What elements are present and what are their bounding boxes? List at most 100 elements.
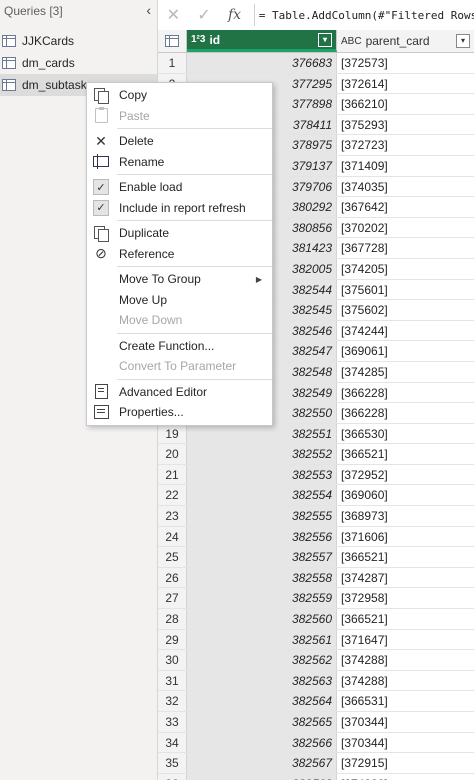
row-number[interactable]: 33 [158, 712, 187, 732]
menu-item-create-function[interactable]: Create Function... [87, 336, 272, 357]
cell-id[interactable]: 382562 [187, 650, 337, 670]
row-number[interactable]: 20 [158, 444, 187, 464]
row-number[interactable]: 24 [158, 526, 187, 547]
row-number[interactable]: 32 [158, 691, 187, 711]
menu-item-move-to-group[interactable]: Move To Group ▶ [87, 269, 272, 290]
cell-parent-card[interactable]: [374035] [337, 177, 474, 197]
menu-item-duplicate[interactable]: Duplicate [87, 223, 272, 244]
filter-dropdown-icon[interactable]: ▾ [318, 32, 332, 47]
cell-parent-card[interactable]: [371647] [337, 630, 474, 650]
cell-parent-card[interactable]: [374288] [337, 671, 474, 691]
cell-id[interactable]: 382568 [187, 773, 337, 780]
menu-item-reference[interactable]: ⊘ Reference [87, 244, 272, 265]
cell-id[interactable]: 382561 [187, 629, 337, 650]
table-menu-button[interactable] [158, 30, 187, 52]
row-number[interactable]: 22 [158, 485, 187, 506]
row-number[interactable]: 19 [158, 423, 187, 444]
cell-parent-card[interactable]: [374244] [337, 321, 474, 341]
menu-item-properties[interactable]: Properties... [87, 402, 272, 423]
filter-dropdown-icon[interactable]: ▾ [456, 34, 470, 48]
cell-parent-card[interactable]: [368973] [337, 506, 474, 526]
cell-parent-card[interactable]: [371409] [337, 156, 474, 176]
cell-id[interactable]: 376683 [187, 53, 337, 73]
text-type-icon[interactable]: ABC [341, 36, 362, 47]
cell-id[interactable]: 382565 [187, 712, 337, 732]
menu-item-include-in-report-refresh[interactable]: ✓ Include in report refresh [87, 198, 272, 219]
cell-parent-card[interactable]: [374289] [337, 774, 474, 780]
cell-parent-card[interactable]: [372958] [337, 588, 474, 608]
cell-parent-card[interactable]: [366521] [337, 609, 474, 629]
cancel-icon[interactable]: ✕ [158, 5, 189, 25]
cell-id[interactable]: 382556 [187, 526, 337, 547]
row-number[interactable]: 25 [158, 547, 187, 567]
cell-parent-card[interactable]: [375293] [337, 115, 474, 135]
cell-id[interactable]: 382558 [187, 567, 337, 588]
row-number[interactable]: 36 [158, 773, 187, 780]
menu-item-enable-load[interactable]: ✓ Enable load [87, 177, 272, 198]
menu-item-delete[interactable]: ✕ Delete [87, 131, 272, 152]
cell-parent-card[interactable]: [374205] [337, 259, 474, 279]
cell-parent-card[interactable]: [366521] [337, 547, 474, 567]
cell-id[interactable]: 382564 [187, 691, 337, 711]
cell-id[interactable]: 382560 [187, 609, 337, 629]
menu-item-advanced-editor[interactable]: Advanced Editor [87, 382, 272, 403]
row-number[interactable]: 23 [158, 506, 187, 526]
cell-id[interactable]: 382567 [187, 753, 337, 773]
row-number[interactable]: 30 [158, 650, 187, 670]
query-item[interactable]: JJKCards [0, 30, 157, 52]
cell-parent-card[interactable]: [374288] [337, 650, 474, 670]
cell-parent-card[interactable]: [366228] [337, 403, 474, 423]
cell-parent-card[interactable]: [366521] [337, 444, 474, 464]
number-type-icon[interactable]: 1²3 [191, 34, 205, 45]
cell-id[interactable]: 382566 [187, 732, 337, 753]
cell-parent-card[interactable]: [372614] [337, 74, 474, 94]
cell-id[interactable]: 382563 [187, 670, 337, 691]
query-item[interactable]: dm_cards [0, 52, 157, 74]
cell-parent-card[interactable]: [375601] [337, 280, 474, 300]
cell-id[interactable]: 382559 [187, 588, 337, 609]
commit-icon[interactable]: ✓ [189, 5, 220, 25]
cell-parent-card[interactable]: [367642] [337, 197, 474, 217]
formula-input[interactable]: = Table.AddColumn(#"Filtered Rows" [259, 9, 474, 22]
cell-parent-card[interactable]: [374287] [337, 568, 474, 588]
cell-parent-card[interactable]: [367728] [337, 238, 474, 258]
row-number[interactable]: 26 [158, 567, 187, 588]
cell-parent-card[interactable]: [374285] [337, 362, 474, 382]
cell-id[interactable]: 382551 [187, 423, 337, 444]
cell-id[interactable]: 382557 [187, 547, 337, 567]
cell-parent-card[interactable]: [366210] [337, 94, 474, 114]
row-number[interactable]: 28 [158, 609, 187, 629]
row-number[interactable]: 35 [158, 753, 187, 773]
cell-id[interactable]: 382555 [187, 506, 337, 526]
cell-parent-card[interactable]: [366531] [337, 691, 474, 711]
cell-parent-card[interactable]: [372915] [337, 753, 474, 773]
cell-id[interactable]: 382554 [187, 485, 337, 506]
menu-item-copy[interactable]: Copy [87, 85, 272, 106]
row-number[interactable]: 1 [158, 53, 187, 73]
cell-parent-card[interactable]: [369061] [337, 341, 474, 361]
cell-id[interactable]: 382553 [187, 464, 337, 485]
cell-parent-card[interactable]: [372573] [337, 53, 474, 73]
row-number[interactable]: 31 [158, 670, 187, 691]
column-header-parent-card[interactable]: ABC parent_card ▾ [337, 30, 474, 52]
row-number[interactable]: 34 [158, 732, 187, 753]
cell-parent-card[interactable]: [370344] [337, 733, 474, 753]
cell-parent-card[interactable]: [371606] [337, 527, 474, 547]
row-number[interactable]: 29 [158, 629, 187, 650]
cell-id[interactable]: 382552 [187, 444, 337, 464]
cell-parent-card[interactable]: [375602] [337, 300, 474, 320]
cell-parent-card[interactable]: [372723] [337, 135, 474, 155]
cell-parent-card[interactable]: [370202] [337, 218, 474, 238]
row-number[interactable]: 27 [158, 588, 187, 609]
cell-parent-card[interactable]: [366228] [337, 383, 474, 403]
row-number[interactable]: 21 [158, 464, 187, 485]
collapse-pane-icon[interactable]: ‹ [146, 2, 151, 18]
cell-parent-card[interactable]: [366530] [337, 424, 474, 444]
menu-item-move-up[interactable]: Move Up [87, 290, 272, 311]
column-header-id[interactable]: 1²3 id ▾ [187, 30, 337, 52]
menu-item-rename[interactable]: Rename [87, 152, 272, 173]
cell-parent-card[interactable]: [372952] [337, 465, 474, 485]
fx-icon[interactable]: fx [219, 7, 250, 23]
cell-parent-card[interactable]: [370344] [337, 712, 474, 732]
cell-parent-card[interactable]: [369060] [337, 485, 474, 505]
